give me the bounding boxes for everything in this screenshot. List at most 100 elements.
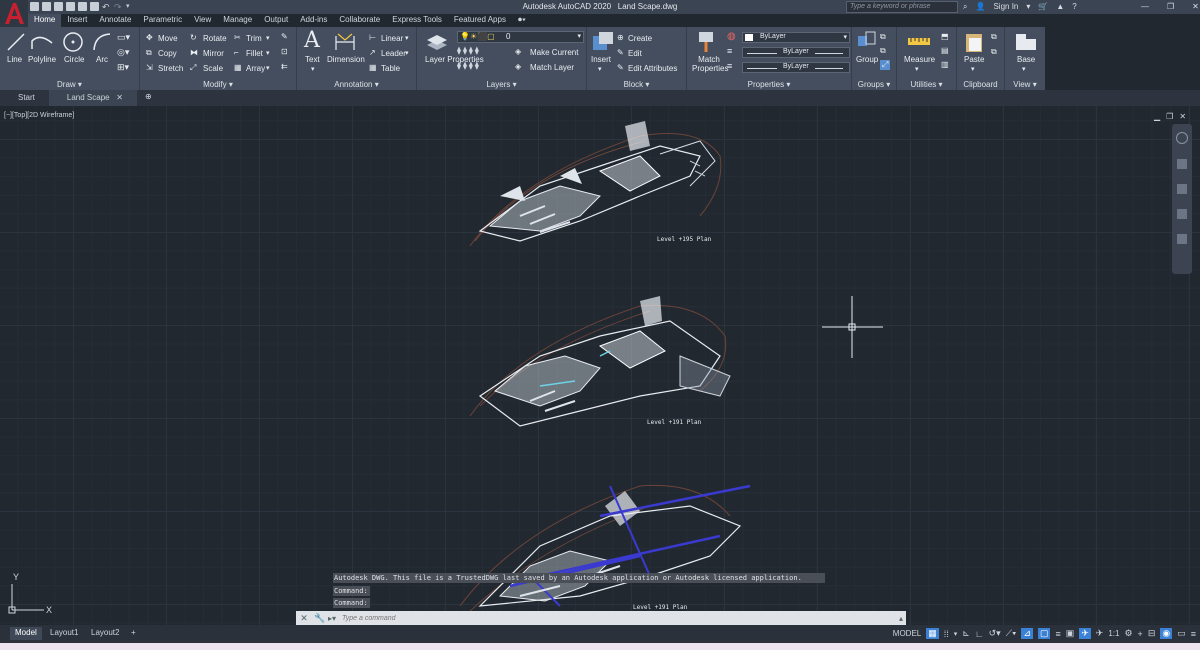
layers-panel-title[interactable]: Layers [486, 80, 510, 89]
isolate-icon[interactable]: ⊟ [1148, 628, 1156, 639]
ribbon-tab-view[interactable]: View [188, 14, 217, 27]
annotation-visibility-icon[interactable]: ✈ [1079, 628, 1091, 639]
ribbon-tab-output[interactable]: Output [258, 14, 294, 27]
trim-dropdown-icon[interactable]: ▾ [266, 34, 270, 42]
base-view-icon[interactable] [1015, 33, 1037, 51]
annotation-scale[interactable]: 1:1 [1108, 629, 1119, 638]
ortho-icon[interactable]: ∟ [975, 629, 984, 639]
match-layer-button[interactable]: Match Layer [530, 63, 574, 72]
isodraft-icon[interactable]: ⟋▾ [1006, 628, 1017, 639]
insert-button[interactable]: Insert [591, 55, 611, 64]
gear-icon[interactable]: ⚙ [1124, 628, 1132, 639]
groups-panel-title[interactable]: Groups [858, 80, 884, 89]
ribbon-tab-insert[interactable]: Insert [61, 14, 93, 27]
clipboard-panel-title[interactable]: Clipboard [963, 80, 997, 89]
polyline-button[interactable]: Polyline [28, 55, 56, 64]
dimension-button[interactable]: Dimension [327, 55, 365, 64]
command-input[interactable] [342, 614, 882, 622]
linear-button[interactable]: Linear [381, 34, 403, 43]
edit-block-button[interactable]: Edit [628, 49, 642, 58]
leader-button[interactable]: Leader [381, 49, 406, 58]
circle-button[interactable]: Circle [64, 55, 84, 64]
match-properties-button[interactable]: Match Properties [692, 55, 728, 73]
rectangle-icon[interactable]: ▭▾ [117, 32, 130, 43]
group-select-icon[interactable]: ⤢ [880, 60, 891, 70]
copy-button[interactable]: Copy [158, 49, 177, 58]
dimension-icon[interactable] [333, 32, 357, 52]
sign-in-link[interactable]: Sign In [993, 2, 1018, 12]
leader-dropdown-icon[interactable]: ▾ [405, 49, 409, 57]
otrack-icon[interactable]: ▢ [1037, 628, 1051, 639]
ribbon-tab-express-tools[interactable]: Express Tools [386, 14, 448, 27]
plus-icon[interactable]: + [1138, 629, 1143, 639]
array-button[interactable]: Array [246, 64, 265, 73]
restore-icon[interactable]: ❐ [1167, 2, 1174, 11]
lineweight-toggle-icon[interactable]: ≡ [1055, 629, 1060, 639]
annotation-panel-title[interactable]: Annotation [334, 80, 372, 89]
cart-icon[interactable]: 🛒 [1038, 2, 1048, 12]
layer-properties-icon[interactable] [424, 31, 450, 53]
linetype-dropdown[interactable]: ByLayer [742, 62, 850, 73]
snap-dropdown-icon[interactable]: ▾ [954, 630, 958, 638]
minimize-icon[interactable]: — [1141, 2, 1149, 11]
clean-screen-icon[interactable]: ▭ [1177, 628, 1186, 639]
utilities-panel-title[interactable]: Utilities [910, 80, 936, 89]
properties-panel-title[interactable]: Properties [748, 80, 784, 89]
modify-panel-title[interactable]: Modify [203, 80, 227, 89]
hatch-icon[interactable]: ◎▾ [117, 47, 129, 58]
cut-clip-icon[interactable]: ⧉ [991, 47, 997, 57]
rotate-button[interactable]: Rotate [203, 34, 227, 43]
paste-dropdown-icon[interactable]: ▾ [971, 65, 975, 73]
match-properties-icon[interactable] [696, 30, 718, 54]
stretch-button[interactable]: Stretch [158, 64, 183, 73]
array-dropdown-icon[interactable]: ▾ [266, 64, 270, 72]
ribbon-tab-annotate[interactable]: Annotate [93, 14, 137, 27]
mirror-button[interactable]: Mirror [203, 49, 224, 58]
line-icon[interactable] [5, 31, 27, 53]
paste-icon[interactable] [964, 30, 984, 54]
ribbon-tab-collaborate[interactable]: Collaborate [333, 14, 386, 27]
osnap-icon[interactable]: ⊿ [1021, 628, 1033, 639]
tab-start[interactable]: Start [0, 90, 49, 106]
arc-icon[interactable] [91, 31, 113, 53]
ribbon-tab-home[interactable]: Home [28, 14, 62, 27]
tab-land-scape[interactable]: Land Scape ✕ [48, 90, 137, 106]
layer-tools-row1-icon[interactable]: ⧫⧫⧫⧫ [457, 46, 481, 55]
linear-dropdown-icon[interactable]: ▾ [405, 34, 409, 42]
paste-button[interactable]: Paste [964, 55, 984, 64]
trim-button[interactable]: Trim [246, 34, 262, 43]
chevron-down-icon[interactable]: ▾ [1026, 2, 1030, 12]
edit-attributes-button[interactable]: Edit Attributes [628, 64, 677, 73]
quick-select-icon[interactable]: ⬒ [941, 32, 949, 41]
base-dropdown-icon[interactable]: ▾ [1022, 65, 1026, 73]
command-up-icon[interactable]: ▴ [899, 614, 906, 623]
boundary-icon[interactable]: ⊞▾ [117, 62, 129, 73]
line-button[interactable]: Line [7, 55, 22, 64]
user-icon[interactable]: 👤 [975, 2, 985, 12]
add-layout-icon[interactable]: + [126, 627, 141, 640]
fillet-dropdown-icon[interactable]: ▾ [266, 49, 270, 57]
group-button[interactable]: Group [856, 55, 878, 64]
help-icon[interactable]: ? [1072, 2, 1076, 12]
ribbon-extras-icon[interactable]: ⏺▾ [512, 14, 532, 27]
table-button[interactable]: Table [381, 64, 400, 73]
ribbon-tab-add-ins[interactable]: Add-ins [294, 14, 333, 27]
exchange-icon[interactable]: ▲ [1056, 2, 1064, 12]
ribbon-tab-featured-apps[interactable]: Featured Apps [448, 14, 512, 27]
explode-icon[interactable]: ⊡ [281, 47, 288, 56]
block-panel-title[interactable]: Block [624, 80, 644, 89]
binoculars-icon[interactable]: ⌕ [963, 2, 967, 12]
color-wheel-icon[interactable]: ◍ [727, 31, 736, 42]
customization-icon[interactable]: ≡ [1191, 629, 1196, 639]
group-icon[interactable] [856, 30, 878, 54]
draw-panel-title[interactable]: Draw [57, 80, 76, 89]
offset-icon[interactable]: ⇇ [281, 62, 288, 71]
erase-icon[interactable]: ✎ [281, 32, 288, 41]
search-input[interactable]: Type a keyword or phrase [846, 1, 958, 13]
scale-button[interactable]: Scale [203, 64, 223, 73]
hardware-accel-icon[interactable]: ◉ [1160, 628, 1173, 639]
ungroup-icon[interactable]: ⧉ [880, 32, 886, 42]
transparency-icon[interactable]: ▣ [1066, 628, 1075, 639]
layout-tab-layout2[interactable]: Layout2 [86, 627, 124, 640]
insert-dropdown-icon[interactable]: ▾ [598, 65, 602, 73]
